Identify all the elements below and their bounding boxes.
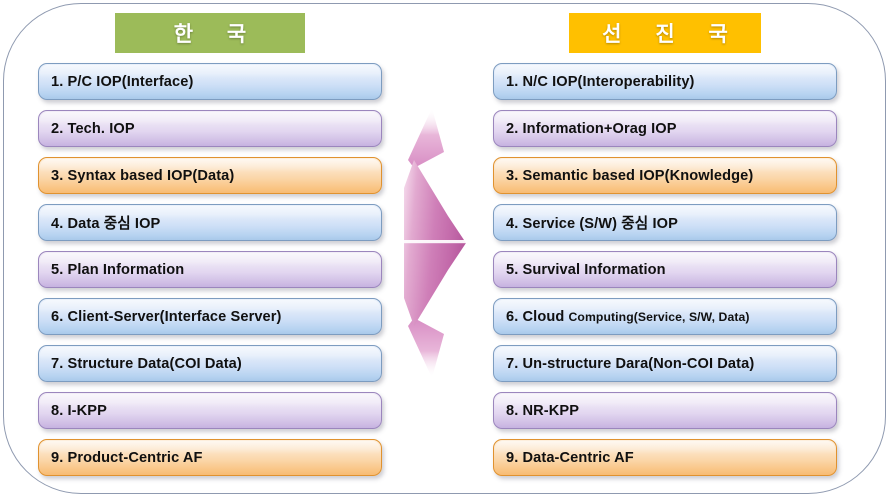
list-item[interactable]: 8. I-KPP: [38, 392, 382, 429]
column-korea: 한 국 1. P/C IOP(Interface) 2. Tech. IOP 3…: [34, 0, 386, 476]
list-item[interactable]: 3. Semantic based IOP(Knowledge): [493, 157, 837, 194]
slide-canvas: 한 국 1. P/C IOP(Interface) 2. Tech. IOP 3…: [0, 0, 893, 500]
list-item-label: 2. Tech. IOP: [51, 120, 135, 137]
column-title-korea: 한 국: [115, 13, 305, 53]
list-item[interactable]: 5. Survival Information: [493, 251, 837, 288]
list-item[interactable]: 4. Data 중심 IOP: [38, 204, 382, 241]
list-item-label-main: 6. Cloud: [506, 308, 569, 325]
list-item-label: 9. Product-Centric AF: [51, 449, 203, 466]
list-item-label: 1. P/C IOP(Interface): [51, 73, 194, 90]
list-item[interactable]: 2. Tech. IOP: [38, 110, 382, 147]
list-item-label: 5. Survival Information: [506, 261, 666, 278]
list-item[interactable]: 9. Data-Centric AF: [493, 439, 837, 476]
list-item[interactable]: 7. Un-structure Dara(Non-COI Data): [493, 345, 837, 382]
transition-arrow: [398, 108, 474, 378]
list-item-label: 4. Service (S/W) 중심 IOP: [506, 216, 678, 232]
list-item-label: 6. Cloud Computing(Service, S/W, Data): [506, 309, 750, 325]
list-item-label: 3. Syntax based IOP(Data): [51, 167, 235, 184]
list-item[interactable]: 6. Client-Server(Interface Server): [38, 298, 382, 335]
list-item-label: 7. Un-structure Dara(Non-COI Data): [506, 355, 755, 372]
list-item[interactable]: 4. Service (S/W) 중심 IOP: [493, 204, 837, 241]
list-item[interactable]: 9. Product-Centric AF: [38, 439, 382, 476]
list-item[interactable]: 1. N/C IOP(Interoperability): [493, 63, 837, 100]
list-item[interactable]: 2. Information+Orag IOP: [493, 110, 837, 147]
list-item-label: 6. Client-Server(Interface Server): [51, 308, 282, 325]
column-advanced-nations: 선 진 국 1. N/C IOP(Interoperability) 2. In…: [489, 0, 841, 476]
list-item-label: 8. NR-KPP: [506, 402, 580, 419]
list-korea: 1. P/C IOP(Interface) 2. Tech. IOP 3. Sy…: [38, 63, 382, 486]
list-item[interactable]: 1. P/C IOP(Interface): [38, 63, 382, 100]
list-item[interactable]: 8. NR-KPP: [493, 392, 837, 429]
list-item[interactable]: 5. Plan Information: [38, 251, 382, 288]
right-arrow-icon: [398, 108, 470, 378]
list-item-label: 9. Data-Centric AF: [506, 449, 634, 466]
list-advanced-nations: 1. N/C IOP(Interoperability) 2. Informat…: [493, 63, 837, 486]
list-item-label: 3. Semantic based IOP(Knowledge): [506, 167, 754, 184]
list-item[interactable]: 3. Syntax based IOP(Data): [38, 157, 382, 194]
list-item-label-secondary: Computing(Service, S/W, Data): [568, 309, 750, 324]
list-item-label: 7. Structure Data(COI Data): [51, 355, 242, 372]
list-item-label: 8. I-KPP: [51, 402, 107, 419]
list-item-label: 5. Plan Information: [51, 261, 185, 278]
list-item-label: 1. N/C IOP(Interoperability): [506, 73, 695, 90]
list-item[interactable]: 6. Cloud Computing(Service, S/W, Data): [493, 298, 837, 335]
list-item-label: 4. Data 중심 IOP: [51, 216, 161, 232]
list-item-label: 2. Information+Orag IOP: [506, 120, 677, 137]
list-item[interactable]: 7. Structure Data(COI Data): [38, 345, 382, 382]
column-title-advanced-nations: 선 진 국: [569, 13, 761, 53]
